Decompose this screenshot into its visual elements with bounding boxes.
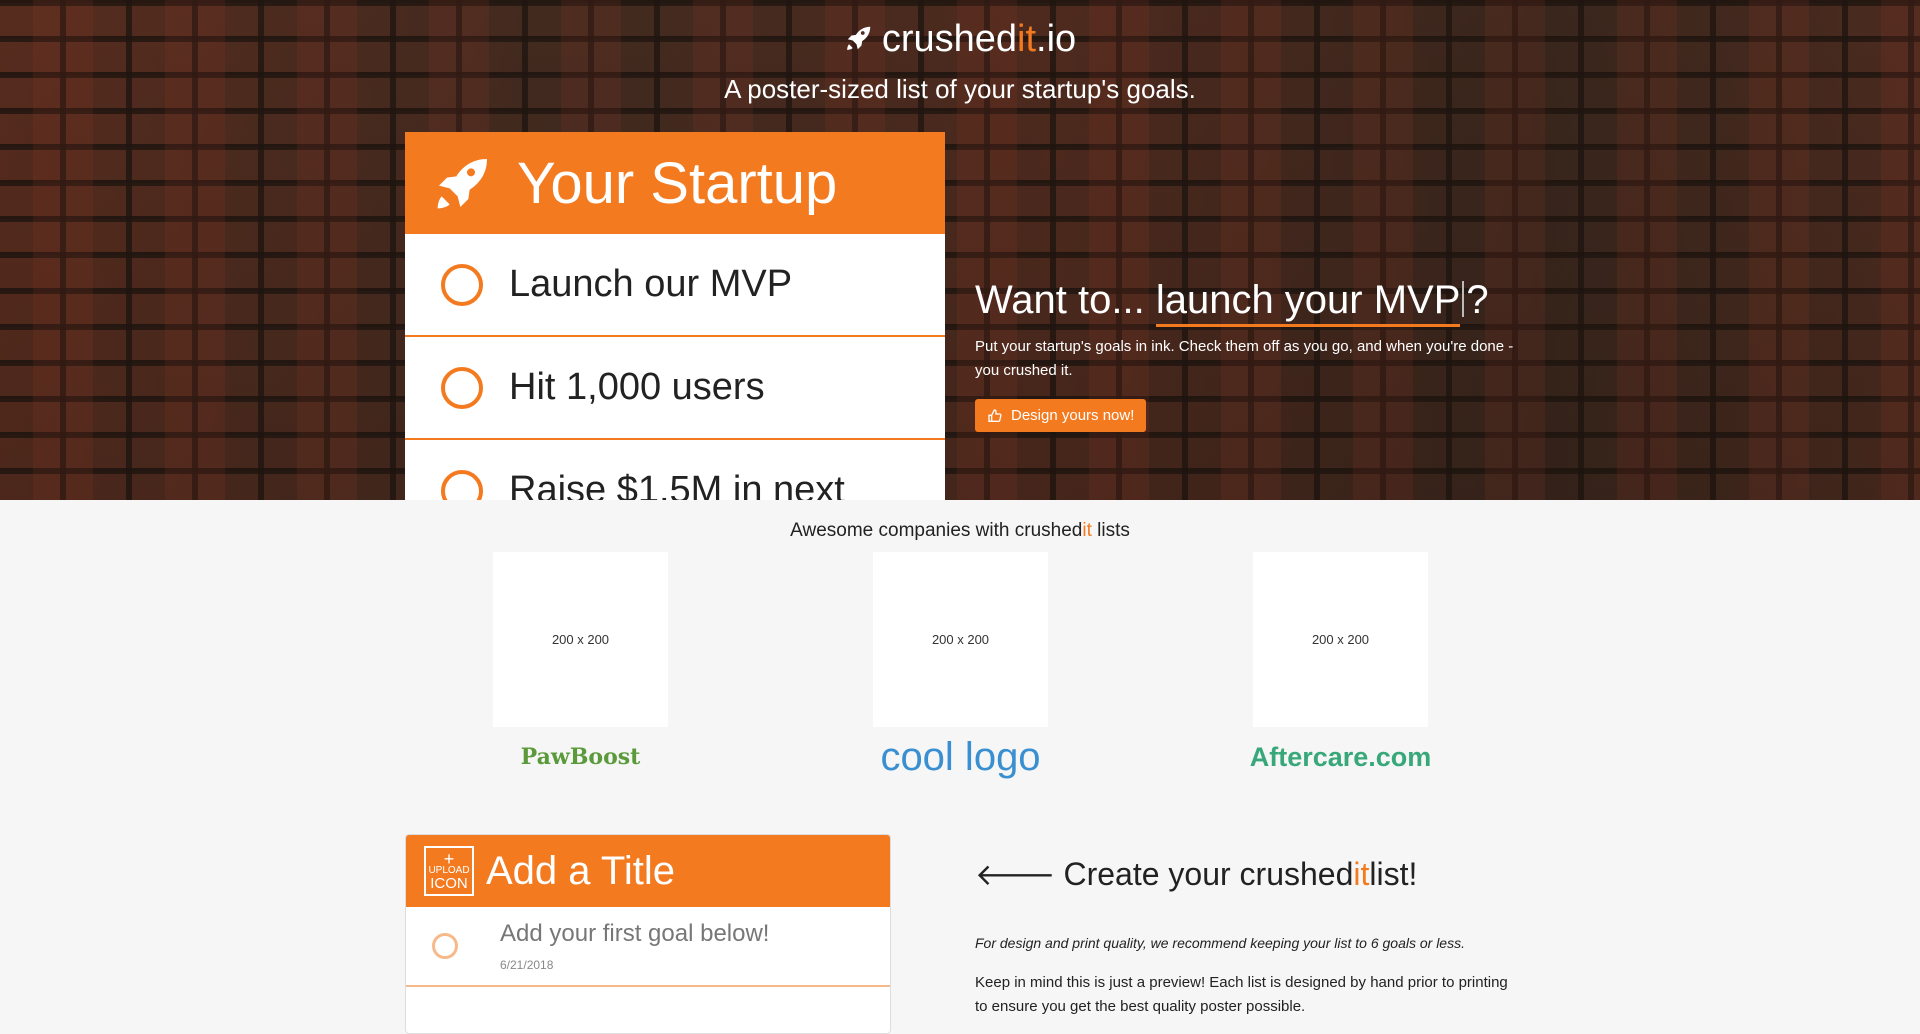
company-image-placeholder: 200 x 200	[493, 552, 668, 727]
goal-content: Add your first goal below! 6/21/2018	[500, 920, 769, 972]
goal-date: 6/21/2018	[500, 958, 554, 972]
poster-goal: Launch our MVP	[405, 234, 945, 337]
poster-header: Your Startup	[405, 132, 945, 234]
arrow-left-icon: 🡐	[975, 858, 1056, 892]
goal-circle-icon[interactable]	[432, 933, 458, 959]
rocket-icon	[846, 26, 871, 50]
typing-caret	[1462, 281, 1465, 317]
create-accent: it	[1353, 856, 1370, 892]
company-image-placeholder: 200 x 200	[1253, 552, 1428, 727]
goal-circle-icon	[441, 366, 483, 409]
builder-header: + UPLOAD ICON Add a Title	[406, 835, 890, 907]
poster-goal: Hit 1,000 users	[405, 337, 945, 440]
company-card[interactable]: 200 x 200 cool logo	[873, 552, 1048, 779]
company-logo-text: PawBoost	[520, 744, 641, 770]
rocket-icon	[437, 159, 487, 209]
aftercare-logo: Aftercare.com	[1250, 737, 1432, 777]
goal-circle-icon	[441, 469, 483, 500]
pitch-suffix: ?	[1466, 278, 1489, 322]
poster-title: Your Startup	[517, 150, 838, 216]
companies-heading: Awesome companies with crushedit lists	[0, 520, 1920, 542]
plus-icon: +	[443, 848, 455, 869]
company-logo-text: cool logo	[880, 734, 1041, 779]
example-poster: Your Startup Launch our MVP Hit 1,000 us…	[405, 132, 945, 500]
poster-goal: Raise $1.5M in next	[405, 440, 945, 500]
companies-accent: it	[1082, 520, 1092, 541]
pitch-block: Want to... launch your MVP? Put your sta…	[975, 278, 1535, 432]
goal-text: Raise $1.5M in next	[509, 469, 845, 500]
thumbs-up-icon	[988, 408, 1002, 422]
company-card[interactable]: 200 x 200 Aftercare.com	[1250, 552, 1432, 777]
typed-goal: launch your MVP	[1155, 278, 1461, 327]
brand-logo[interactable]: crushedit.io	[0, 18, 1920, 61]
company-card[interactable]: 200 x 200 PawBoost	[493, 552, 668, 777]
design-yours-button[interactable]: Design yours now!	[975, 399, 1147, 432]
create-heading: 🡐 Create your crushed it list!	[975, 856, 1515, 893]
brand-prefix: crushed	[881, 18, 1018, 60]
brand-suffix: .io	[1036, 18, 1077, 60]
goal-text: Launch our MVP	[509, 263, 793, 305]
cta-label: Design yours now!	[1011, 407, 1135, 424]
pitch-body: Put your startup's goals in ink. Check t…	[975, 338, 1514, 379]
companies-prefix: Awesome companies with crushed	[790, 520, 1083, 541]
upload-label: UPLOAD	[428, 864, 470, 876]
goal-text: Hit 1,000 users	[509, 366, 765, 408]
create-suffix: list!	[1369, 856, 1418, 892]
builder-goal[interactable]: Add your first goal below! 6/21/2018	[406, 907, 890, 987]
builder-title-input[interactable]: Add a Title	[486, 849, 675, 894]
cool-logo: cool logo	[873, 734, 1048, 779]
brand-accent: it	[1017, 18, 1037, 60]
hero-section: crushedit.io A poster-sized list of your…	[0, 0, 1920, 500]
preview-note: Keep in mind this is just a preview! Eac…	[975, 974, 1508, 1015]
create-section: 🡐 Create your crushed it list! For design…	[975, 856, 1515, 1019]
company-logo-text: Aftercare.com	[1249, 741, 1432, 772]
pitch-prefix: Want to...	[975, 278, 1156, 322]
pitch-heading: Want to... launch your MVP?	[975, 278, 1535, 327]
companies-suffix: lists	[1091, 520, 1130, 541]
pawboost-logo: PawBoost	[493, 737, 668, 777]
upload-icon-button[interactable]: + UPLOAD ICON	[424, 846, 474, 896]
create-prefix: Create your crushed	[1063, 856, 1354, 892]
tagline: A poster-sized list of your startup's go…	[724, 74, 1196, 104]
list-builder: + UPLOAD ICON Add a Title Add your first…	[405, 834, 891, 1034]
icon-label: ICON	[430, 874, 468, 892]
design-note: For design and print quality, we recomme…	[975, 935, 1465, 951]
goal-circle-icon	[441, 263, 483, 306]
company-image-placeholder: 200 x 200	[873, 552, 1048, 727]
goal-text[interactable]: Add your first goal below!	[500, 920, 769, 948]
